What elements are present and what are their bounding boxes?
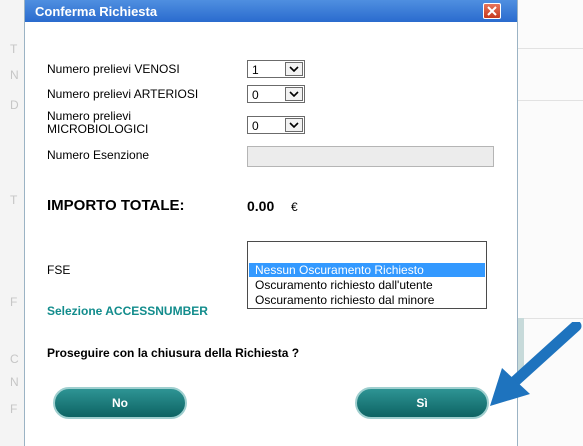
arteriosi-label: Numero prelievi ARTERIOSI bbox=[47, 87, 199, 101]
background-divider bbox=[518, 100, 583, 101]
close-icon bbox=[487, 6, 497, 16]
micro-value: 0 bbox=[252, 119, 259, 133]
fse-label: FSE bbox=[47, 263, 71, 277]
venosi-value: 1 bbox=[252, 63, 259, 77]
arrow-icon bbox=[490, 322, 582, 406]
background-label: C bbox=[10, 352, 19, 366]
no-button[interactable]: No bbox=[53, 387, 187, 419]
background-divider bbox=[518, 318, 583, 319]
chevron-down-icon bbox=[289, 66, 299, 72]
currency-symbol: € bbox=[291, 200, 298, 214]
background-label: F bbox=[10, 295, 18, 309]
arteriosi-value: 0 bbox=[252, 88, 259, 102]
fse-option[interactable]: Oscuramento richiesto dall'utente bbox=[249, 278, 485, 292]
venosi-dropdown-button[interactable] bbox=[285, 62, 303, 76]
arteriosi-select[interactable]: 0 bbox=[247, 85, 305, 103]
fse-listbox[interactable]: Nessun Oscuramento Richiesto Oscuramento… bbox=[247, 241, 487, 309]
micro-dropdown-button[interactable] bbox=[285, 118, 303, 132]
fse-option[interactable]: Oscuramento richiesto dal minore bbox=[249, 293, 485, 307]
arteriosi-dropdown-button[interactable] bbox=[285, 87, 303, 101]
confirm-request-dialog: Conferma Richiesta Numero prelievi VENOS… bbox=[24, 0, 518, 446]
close-button[interactable] bbox=[483, 3, 501, 19]
background-label: N bbox=[10, 375, 19, 389]
dialog-title: Conferma Richiesta bbox=[35, 4, 158, 19]
fse-option-selected[interactable]: Nessun Oscuramento Richiesto bbox=[249, 263, 485, 277]
background-label: T bbox=[10, 193, 18, 207]
confirm-question: Proseguire con la chiusura della Richies… bbox=[47, 346, 300, 360]
accessnumber-label: Selezione ACCESSNUMBER bbox=[47, 304, 208, 318]
chevron-down-icon bbox=[289, 91, 299, 97]
esenzione-field[interactable] bbox=[247, 146, 494, 167]
micro-select[interactable]: 0 bbox=[247, 116, 305, 134]
background-label: T bbox=[10, 42, 18, 56]
importo-value: 0.00 bbox=[247, 198, 275, 214]
importo-label: IMPORTO TOTALE: bbox=[47, 197, 185, 214]
si-button[interactable]: Sì bbox=[355, 387, 489, 419]
fse-option[interactable] bbox=[249, 246, 485, 260]
esenzione-label: Numero Esenzione bbox=[47, 148, 150, 162]
background-divider bbox=[518, 48, 583, 49]
micro-label-line2: MICROBIOLOGICI bbox=[47, 122, 149, 136]
background-label: D bbox=[10, 98, 19, 112]
background-label: F bbox=[10, 402, 18, 416]
venosi-label: Numero prelievi VENOSI bbox=[47, 62, 180, 76]
chevron-down-icon bbox=[289, 122, 299, 128]
venosi-select[interactable]: 1 bbox=[247, 60, 305, 78]
dialog-titlebar[interactable]: Conferma Richiesta bbox=[25, 0, 517, 22]
background-label: N bbox=[10, 68, 19, 82]
